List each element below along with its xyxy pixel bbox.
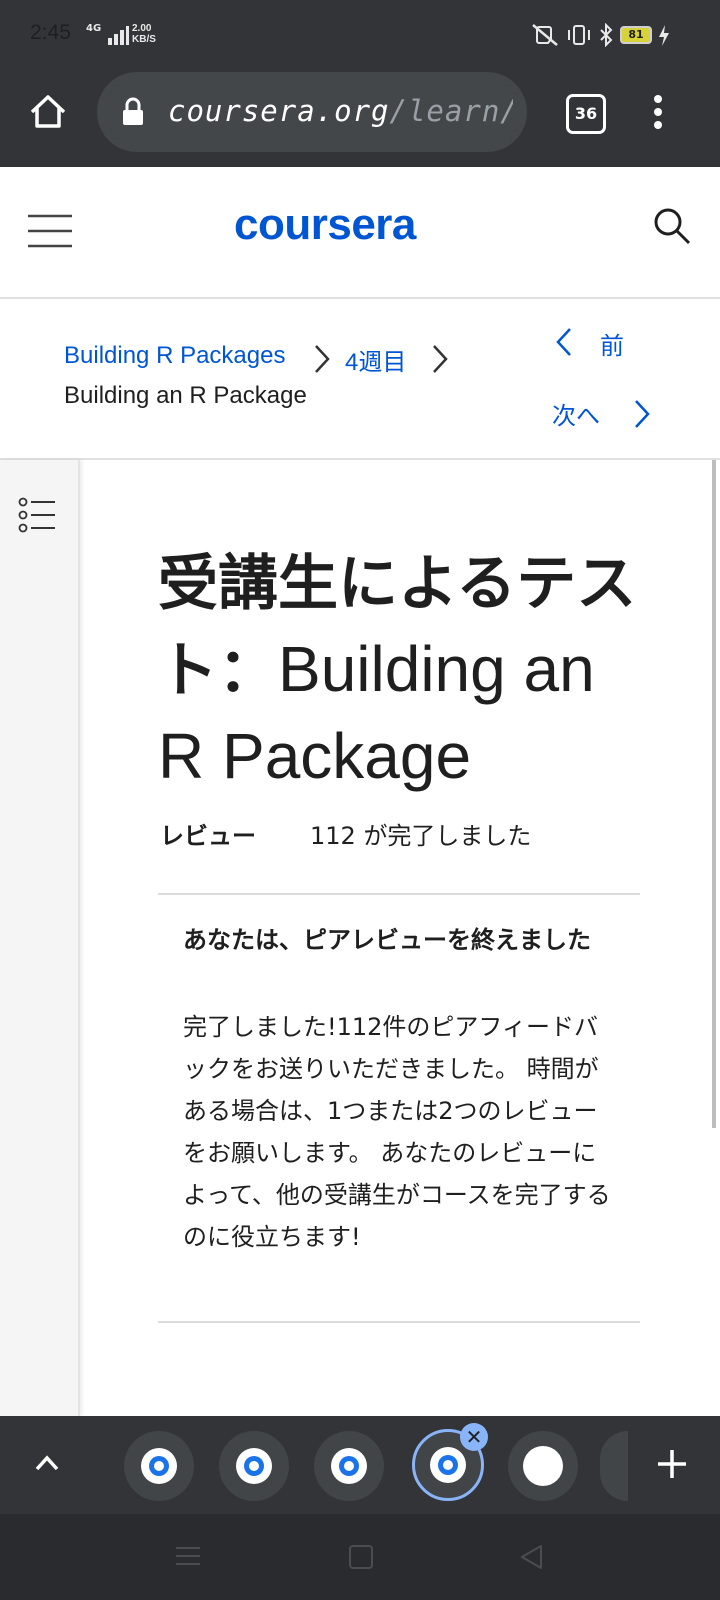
review-status: 112 が完了しました xyxy=(310,822,532,850)
chevron-left-icon[interactable] xyxy=(554,326,574,358)
course-outline-sidebar xyxy=(0,460,80,1416)
tab-thumbnail[interactable] xyxy=(219,1431,289,1501)
chevron-right-icon xyxy=(433,345,448,373)
vibrate-icon xyxy=(568,25,590,45)
battery-icon: 81 xyxy=(620,26,652,44)
tab-thumbnail[interactable] xyxy=(124,1431,194,1501)
home-icon[interactable] xyxy=(28,92,68,132)
blank-favicon-icon xyxy=(523,1446,563,1486)
close-tab-button[interactable]: ✕ xyxy=(460,1423,488,1451)
chevron-right-icon xyxy=(315,345,330,373)
next-button[interactable]: 次へ xyxy=(552,396,600,431)
previous-button[interactable]: 前 xyxy=(600,326,624,361)
speed-value: 2.00 xyxy=(132,23,152,34)
tab-count: 36 xyxy=(574,104,598,123)
tab-thumbnail[interactable] xyxy=(314,1431,384,1501)
battery-level: 81 xyxy=(628,28,644,41)
vibrate-mute-icon xyxy=(532,24,558,46)
status-icons: 81 xyxy=(530,22,670,48)
bluetooth-icon xyxy=(600,23,613,47)
divider xyxy=(158,1321,640,1323)
list-icon[interactable] xyxy=(18,497,56,533)
recents-icon[interactable] xyxy=(174,1545,202,1567)
coursera-favicon-icon xyxy=(430,1447,466,1483)
url-path: /learn/r-pac xyxy=(389,94,513,128)
coursera-favicon-icon xyxy=(331,1448,367,1484)
home-nav-icon[interactable] xyxy=(348,1544,374,1570)
search-icon[interactable] xyxy=(652,206,692,246)
url-text[interactable]: coursera.org/learn/r-pac xyxy=(168,94,513,128)
divider xyxy=(0,458,720,460)
network-speed: 2.00 KB/S xyxy=(132,23,156,45)
tab-thumbnail[interactable] xyxy=(508,1431,578,1501)
divider xyxy=(158,893,640,895)
network-label: 4G xyxy=(86,23,102,34)
speed-unit: KB/S xyxy=(132,34,156,45)
coursera-logo[interactable]: coursera xyxy=(234,200,416,250)
lock-icon xyxy=(123,97,143,125)
scrollbar[interactable] xyxy=(712,460,716,1128)
charging-icon xyxy=(659,25,669,46)
menu-dots-icon[interactable] xyxy=(652,94,664,130)
coursera-favicon-icon xyxy=(141,1448,177,1484)
page-title: 受講生によるテスト：Building an R Package xyxy=(158,540,648,799)
plus-icon[interactable] xyxy=(656,1448,688,1480)
notice-body: 完了しました!112件のピアフィードバックをお送りいただきました。 時間がある場… xyxy=(183,1013,611,1251)
chevron-right-icon[interactable] xyxy=(632,398,652,430)
tab-switcher-button[interactable]: 36 xyxy=(566,94,606,134)
signal-icon xyxy=(108,26,129,45)
coursera-favicon-icon xyxy=(236,1448,272,1484)
breadcrumb-week-link[interactable]: 4週目 xyxy=(345,342,406,377)
notice-heading: あなたは、ピアレビューを終えました xyxy=(183,926,591,954)
chevron-up-icon[interactable] xyxy=(34,1453,60,1473)
network-type: 4G xyxy=(86,24,101,34)
hamburger-icon[interactable] xyxy=(28,213,72,249)
review-label: レビュー xyxy=(160,822,256,850)
back-nav-icon[interactable] xyxy=(518,1543,544,1571)
breadcrumb-course-link[interactable]: Building R Packages xyxy=(64,342,285,370)
url-host: coursera.org xyxy=(168,94,390,128)
close-icon: ✕ xyxy=(465,1425,483,1449)
status-time: 2:45 xyxy=(30,21,71,44)
breadcrumb-current-item: Building an R Package xyxy=(64,382,307,409)
